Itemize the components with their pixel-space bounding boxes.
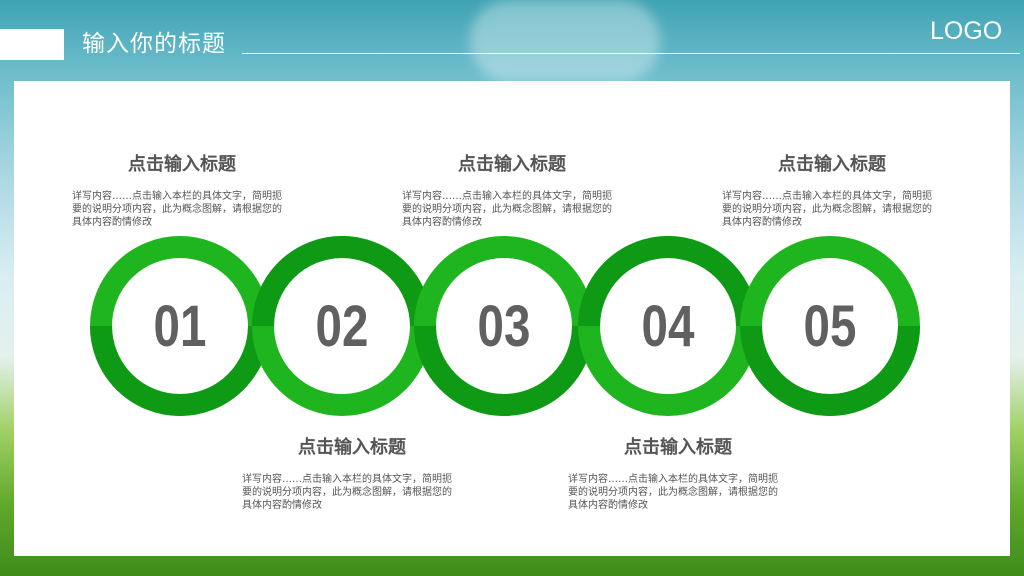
step-description: 详写内容……点击输入本栏的具体文字，简明扼要的说明分项内容，此为概念图解，请根据…	[72, 191, 282, 228]
step-text-1: 点击输入标题 详写内容……点击输入本栏的具体文字，简明扼要的说明分项内容，此为概…	[72, 150, 292, 229]
step-text-5: 点击输入标题 详写内容……点击输入本栏的具体文字，简明扼要的说明分项内容，此为概…	[722, 150, 942, 229]
step-title: 点击输入标题	[298, 437, 406, 458]
step-description: 详写内容……点击输入本栏的具体文字，简明扼要的说明分项内容，此为概念图解，请根据…	[402, 191, 612, 228]
step-ring-5: 05	[740, 236, 920, 416]
step-ring-1: 01	[90, 236, 270, 416]
step-number: 02	[315, 293, 369, 359]
step-description: 详写内容……点击输入本栏的具体文字，简明扼要的说明分项内容，此为概念图解，请根据…	[722, 191, 932, 228]
logo: LOGO	[930, 17, 1003, 45]
step-title: 点击输入标题	[624, 437, 732, 458]
step-number: 03	[477, 293, 531, 359]
step-ring-3: 03	[414, 236, 594, 416]
step-title: 点击输入标题	[128, 154, 236, 175]
header-divider	[242, 53, 1020, 54]
step-description: 详写内容……点击输入本栏的具体文字，简明扼要的说明分项内容，此为概念图解，请根据…	[568, 474, 778, 511]
step-number: 01	[153, 293, 207, 359]
step-text-3: 点击输入标题 详写内容……点击输入本栏的具体文字，简明扼要的说明分项内容，此为概…	[402, 150, 622, 229]
step-ring-4: 04	[578, 236, 758, 416]
step-text-2: 点击输入标题 详写内容……点击输入本栏的具体文字，简明扼要的说明分项内容，此为概…	[242, 433, 462, 512]
step-text-4: 点击输入标题 详写内容……点击输入本栏的具体文字，简明扼要的说明分项内容，此为概…	[568, 433, 788, 512]
step-description: 详写内容……点击输入本栏的具体文字，简明扼要的说明分项内容，此为概念图解，请根据…	[242, 474, 452, 511]
step-number: 05	[803, 293, 857, 359]
page-title: 输入你的标题	[82, 31, 226, 57]
step-title: 点击输入标题	[778, 154, 886, 175]
background-blur-shape	[470, 0, 660, 82]
step-title: 点击输入标题	[458, 154, 566, 175]
header-accent-bar	[0, 29, 64, 60]
step-ring-2: 02	[252, 236, 432, 416]
step-number: 04	[641, 293, 695, 359]
